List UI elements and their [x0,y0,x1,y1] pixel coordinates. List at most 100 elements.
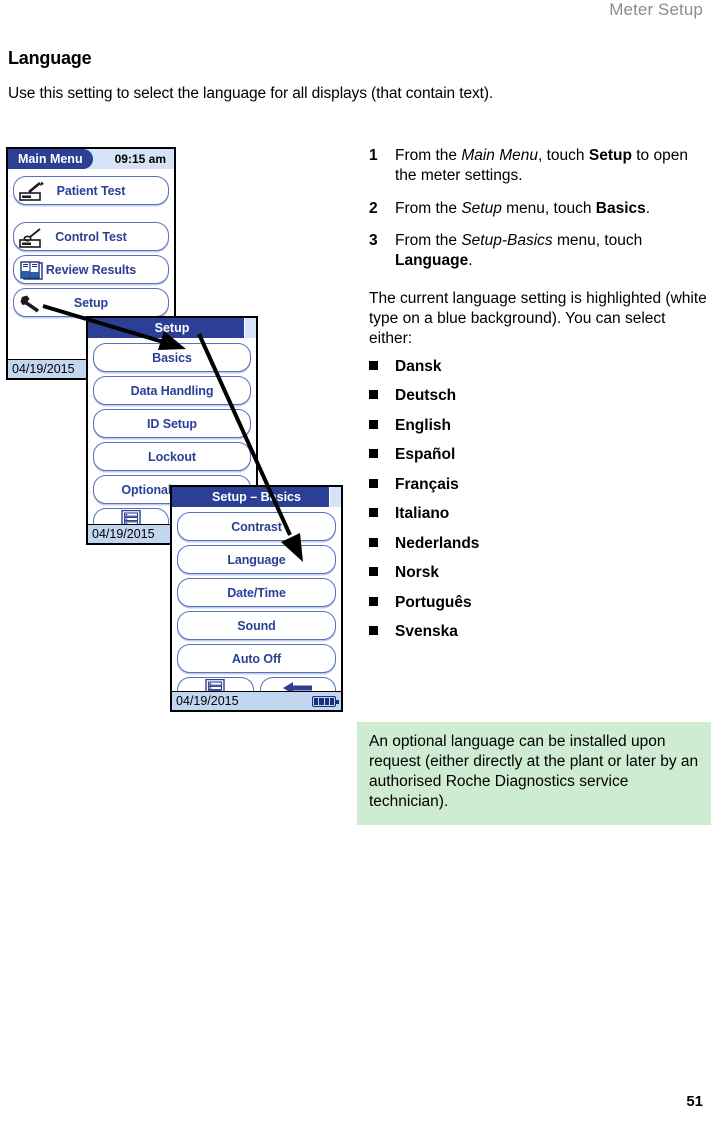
setup-button-label: Lockout [148,449,196,464]
square-bullet-icon [369,537,378,547]
list-item: Español [369,447,711,463]
language-list: Dansk Deutsch English Español Français I… [369,359,711,640]
language-label: Português [395,593,472,611]
intro-paragraph: Use this setting to select the language … [8,85,494,102]
step-text-part: Basics [595,199,646,217]
step-text-part: Language [395,252,469,270]
main-menu-button-control-test[interactable]: Control Test [13,222,169,251]
running-head: Meter Setup [609,0,703,19]
step-3: 3 From the Setup-Basics menu, touch Lang… [369,231,711,271]
lancet-strip-icon [18,181,44,201]
main-menu-button-setup[interactable]: Setup [13,288,169,317]
setup-header: Setup [88,318,256,338]
page-number: 51 [686,1093,703,1110]
language-label: Español [395,446,456,464]
step-text-part: Main Menu [461,147,539,164]
step-text-part: Setup [461,199,502,217]
list-item: Nederlands [369,536,711,552]
language-label: Dansk [395,357,442,375]
setup-basics-button-label: Language [227,552,286,567]
setup-basics-button-date-time[interactable]: Date/Time [177,578,336,607]
step-text-part: Setup-Basics [461,232,553,250]
square-bullet-icon [369,390,378,400]
wrench-icon [18,293,44,313]
setup-button-label: Data Handling [130,383,214,398]
battery-full-icon [312,695,339,707]
square-bullet-icon [369,508,378,518]
list-item: Português [369,595,711,611]
list-item: Italiano [369,506,711,522]
step-text: From the Setup-Basics menu, touch Langua… [395,231,711,271]
main-menu-button-review-results[interactable]: Review Results [13,255,169,284]
square-bullet-icon [369,626,378,636]
step-number: 2 [369,199,378,217]
step-number: 3 [369,232,378,250]
main-menu-button-label: Control Test [55,229,127,244]
header-notch [329,487,341,507]
setup-basics-button-label: Auto Off [231,651,282,666]
language-label: Nederlands [395,534,480,552]
setup-basics-title: Setup – Basics [172,487,341,507]
step-2: 2 From the Setup menu, touch Basics. [369,199,711,219]
language-label: Deutsch [395,387,457,405]
setup-basics-button-label: Date/Time [227,585,286,600]
setup-basics-button-label: Sound [237,618,276,633]
setup-date: 04/19/2015 [92,527,155,541]
setup-basics-button-language[interactable]: Language [177,545,336,574]
list-item: Deutsch [369,388,711,404]
step-text-part: . [468,252,473,270]
setup-button-id-setup[interactable]: ID Setup [93,409,251,438]
meter-screen-setup-basics: Setup – Basics Contrast Language Date/Ti… [170,485,343,712]
step-text-part: menu, touch [501,199,596,217]
step-text: From the Setup menu, touch Basics. [395,199,711,219]
setup-basics-footer: 04/19/2015 [172,691,341,710]
setup-basics-body: Contrast Language Date/Time Sound Auto O… [172,507,341,708]
page-title: Language [8,48,92,68]
list-item: Norsk [369,565,711,581]
square-bullet-icon [369,360,378,370]
square-bullet-icon [369,449,378,459]
step-text-part: From the [395,199,462,217]
main-menu-button-patient-test[interactable]: Patient Test [13,176,169,205]
language-label: Norsk [395,564,439,582]
list-item: Français [369,477,711,493]
step-1: 1 From the Main Menu, touch Setup to ope… [369,146,711,186]
setup-basics-date: 04/19/2015 [176,694,239,708]
language-label: Svenska [395,623,458,641]
main-menu-button-label: Patient Test [56,183,126,198]
setup-title: Setup [88,318,256,338]
step-text-part: . [645,199,651,217]
step-text-part: From the [395,147,462,164]
setup-button-data-handling[interactable]: Data Handling [93,376,251,405]
list-item: English [369,418,711,434]
main-menu-date: 04/19/2015 [12,362,75,376]
step-text-part: menu, touch [552,232,643,250]
control-vial-strip-icon [18,227,44,248]
setup-basics-button-sound[interactable]: Sound [177,611,336,640]
main-menu-header: Main Menu 09:15 am [8,149,174,169]
main-menu-button-label: Setup [73,295,109,310]
language-label: Italiano [395,505,450,523]
instructions-column: 1 From the Main Menu, touch Setup to ope… [369,146,711,654]
main-menu-body: Patient Test Control Test Review Results… [8,169,174,317]
setup-button-lockout[interactable]: Lockout [93,442,251,471]
list-item: Svenska [369,624,711,640]
setup-basics-button-label: Contrast [231,519,282,534]
header-notch [244,318,256,338]
step-text-part: From the [395,232,462,250]
step-text-part: Setup [588,147,632,164]
step-number: 1 [369,147,378,164]
list-item: Dansk [369,359,711,375]
setup-button-label: Basics [152,350,192,365]
setup-button-basics[interactable]: Basics [93,343,251,372]
setup-basics-button-auto-off[interactable]: Auto Off [177,644,336,673]
language-highlight-paragraph: The current language setting is highligh… [369,290,707,347]
main-menu-clock: 09:15 am [114,152,166,166]
setup-basics-button-contrast[interactable]: Contrast [177,512,336,541]
review-book-icon [18,260,44,280]
main-menu-button-label: Review Results [45,262,137,277]
step-text-part: , touch [538,147,589,164]
square-bullet-icon [369,596,378,606]
step-text: From the Main Menu, touch Setup to open … [395,146,711,186]
note-callout: An optional language can be installed up… [357,722,711,825]
